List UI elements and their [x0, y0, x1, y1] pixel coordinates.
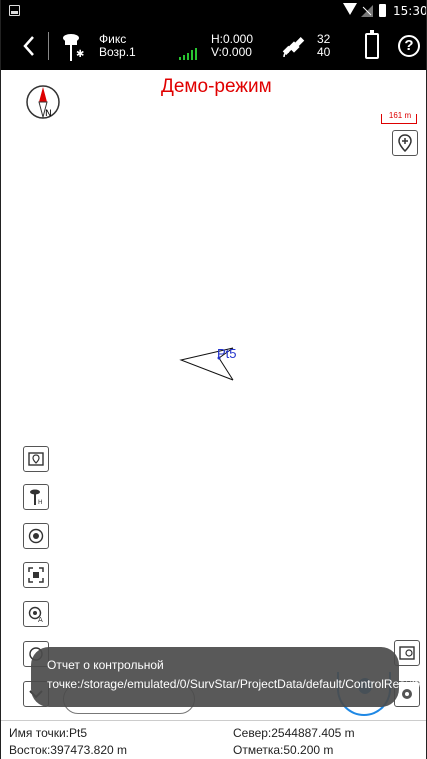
v-precision: V:0.000 [211, 45, 252, 59]
battery-icon [379, 4, 386, 17]
add-point-button[interactable] [392, 130, 418, 156]
compass-icon[interactable]: N [25, 84, 61, 120]
svg-text:H: H [38, 499, 43, 506]
satellite-count: 32 40 [317, 33, 330, 59]
app-header: ✱ Фикс Возр.1 H:0.000 V:0.000 32 40 ? [1, 22, 426, 70]
svg-text:✱: ✱ [76, 49, 84, 60]
receiver-height-icon: H [30, 489, 43, 506]
north-coordinate: Север:2544887.405 m [233, 726, 355, 740]
svg-text:A: A [38, 616, 43, 623]
map-view[interactable]: N Демо-режим 161 m Pt5 H A [1, 70, 426, 720]
svg-text:N: N [45, 109, 52, 119]
receiver-bluetooth-icon[interactable]: ✱ [61, 32, 87, 62]
toast-message: Отчет о контрольной точке:/storage/emula… [31, 647, 426, 707]
notification-icon [9, 5, 20, 16]
point-attribute-icon: A [28, 606, 43, 623]
header-divider [48, 32, 49, 60]
receiver-battery-icon [365, 30, 379, 59]
layer-icon [28, 452, 44, 466]
help-icon[interactable]: ? [398, 35, 420, 57]
wifi-icon [343, 3, 357, 15]
target-button[interactable] [23, 523, 49, 549]
signal-bars-icon [179, 48, 197, 60]
target-icon [28, 528, 44, 544]
signal-icon [361, 5, 373, 17]
elevation: Отметка:50.200 m [233, 743, 334, 757]
gallery-icon [399, 646, 415, 660]
layer-button[interactable] [23, 446, 49, 472]
back-icon[interactable] [21, 34, 37, 58]
app-screen: 15:30 ✱ Фикс Возр.1 H:0.000 V:0.000 32 4… [0, 0, 427, 759]
status-bar: 15:30 [1, 0, 427, 22]
point-name: Имя точки:Pt5 [9, 726, 88, 740]
clock: 15:30 [393, 4, 427, 18]
zoom-extent-icon [28, 567, 44, 583]
satellite-icon[interactable] [281, 34, 307, 60]
scale-label: 161 m [388, 111, 412, 120]
east-coordinate: Восток:397473.820 m [9, 743, 128, 757]
correction-age: Возр.1 [99, 45, 136, 59]
add-point-icon [398, 134, 412, 152]
point-label[interactable]: Pt5 [217, 346, 237, 361]
zoom-extent-button[interactable] [23, 562, 49, 588]
satellites-visible: 40 [317, 45, 331, 59]
receiver-height-button[interactable]: H [23, 484, 49, 510]
demo-mode-label: Демо-режим [161, 76, 272, 97]
solution-status[interactable]: Фикс Возр.1 [99, 33, 136, 59]
point-attribute-button[interactable]: A [23, 601, 49, 627]
point-info-bar: Имя точки:Pt5 Север:2544887.405 m Восток… [1, 720, 426, 759]
precision-readout: H:0.000 V:0.000 [211, 33, 253, 59]
scale-bar: 161 m [381, 111, 417, 124]
